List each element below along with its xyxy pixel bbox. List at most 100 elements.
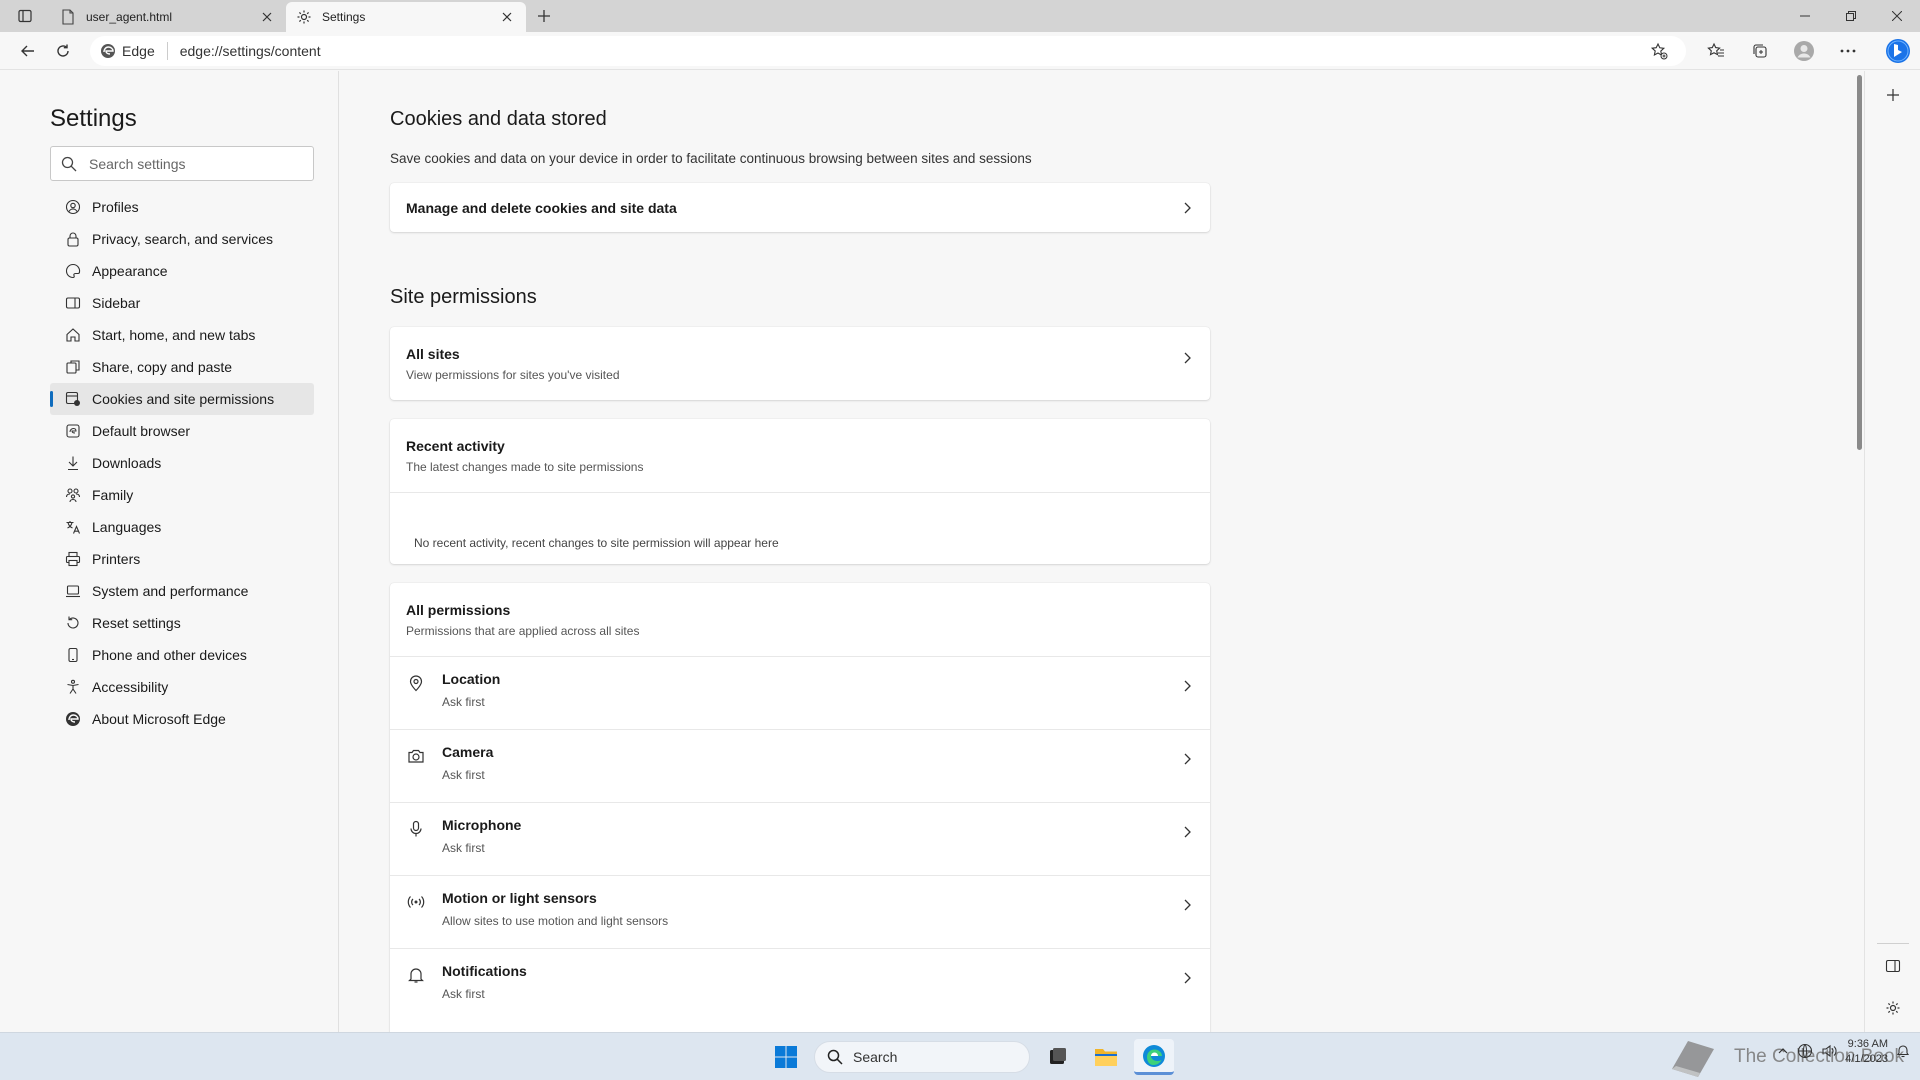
sidebar-item-label: Accessibility [92,679,169,695]
close-icon [1892,11,1902,21]
sidebar-item-label: Sidebar [92,295,141,311]
camera-icon [406,746,426,766]
permission-location[interactable]: Location Ask first [390,656,1210,729]
sidebar-item-privacy[interactable]: Privacy, search, and services [50,223,314,255]
search-icon [61,156,77,172]
sidebar-item-family[interactable]: Family [50,479,314,511]
bing-chat-button[interactable] [1876,35,1920,67]
restore-button[interactable] [1828,0,1874,32]
sidebar-item-share-copy-paste[interactable]: Share, copy and paste [50,351,314,383]
favorite-star-add-icon[interactable] [1650,42,1668,60]
sidebar-item-phone-devices[interactable]: Phone and other devices [50,639,314,671]
file-explorer-button[interactable] [1086,1039,1126,1075]
settings-nav: Profiles Privacy, search, and services A… [50,191,314,735]
printer-icon [64,550,82,568]
chevron-right-icon [1180,898,1194,912]
location-icon [406,673,426,693]
ellipsis-icon [1840,49,1856,52]
close-window-button[interactable] [1874,0,1920,32]
sidebar-item-label: Languages [92,519,162,535]
sidebar-item-downloads[interactable]: Downloads [50,447,314,479]
sidebar-toggle-icon [1885,959,1901,973]
sidebar-item-reset[interactable]: Reset settings [50,607,314,639]
back-button[interactable] [10,35,45,67]
network-icon[interactable] [1797,1043,1813,1062]
favorites-button[interactable] [1694,35,1738,67]
avatar-icon [1793,40,1814,61]
scrollbar-thumb[interactable] [1857,75,1862,450]
accessibility-icon [64,678,82,696]
sidebar-add-button[interactable] [1879,81,1907,109]
clock[interactable]: 9:36 AM 4/1/2023 [1845,1037,1888,1067]
manage-cookies-row[interactable]: Manage and delete cookies and site data [390,183,1210,232]
sidebar-item-system[interactable]: System and performance [50,575,314,607]
tab-settings[interactable]: Settings [286,2,526,32]
permission-title: Notifications [442,963,527,979]
sidebar-settings-button[interactable] [1879,994,1907,1022]
tab-title: Settings [322,10,366,24]
cookies-permissions-icon [64,390,82,408]
home-icon [64,326,82,344]
task-view-button[interactable] [1038,1039,1078,1075]
more-options-button[interactable] [1826,35,1870,67]
permission-camera[interactable]: Camera Ask first [390,729,1210,802]
page-scrollbar[interactable] [1854,71,1864,1033]
taskbar-search[interactable]: Search [814,1041,1030,1073]
download-icon [64,454,82,472]
sidebar-item-label: Privacy, search, and services [92,231,274,247]
volume-icon[interactable] [1821,1043,1837,1062]
tab-actions-button[interactable] [0,0,50,32]
permission-motion-sensors[interactable]: Motion or light sensors Allow sites to u… [390,875,1210,948]
address-bar[interactable]: Edge edge://settings/content [90,35,1686,66]
start-button[interactable] [766,1039,806,1075]
sidebar-item-start-home[interactable]: Start, home, and new tabs [50,319,314,351]
site-info-chip[interactable]: Edge [100,41,168,60]
minimize-button[interactable] [1782,0,1828,32]
recent-activity-empty: No recent activity, recent changes to si… [390,492,1210,564]
sidebar-item-languages[interactable]: Languages [50,511,314,543]
all-sites-title: All sites [406,345,460,362]
sidebar-item-default-browser[interactable]: Default browser [50,415,314,447]
all-sites-row[interactable]: All sites View permissions for sites you… [390,327,1210,400]
sidebar-item-label: Profiles [92,199,139,215]
permission-notifications[interactable]: Notifications Ask first [390,948,1210,1021]
collections-button[interactable] [1738,35,1782,67]
hide-sidebar-button[interactable] [1879,952,1907,980]
sidebar-item-appearance[interactable]: Appearance [50,255,314,287]
book-icon [1672,1041,1714,1077]
clock-date: 4/1/2023 [1845,1053,1888,1065]
profile-button[interactable] [1782,35,1826,67]
tab-user-agent[interactable]: user_agent.html [50,2,286,32]
search-settings-input[interactable]: Search settings [50,146,314,181]
sidebar-item-label: Start, home, and new tabs [92,327,256,343]
notification-center-icon[interactable] [1896,1044,1910,1061]
all-permissions-header: All permissions Permissions that are app… [390,583,1210,656]
close-icon[interactable] [258,8,276,26]
gear-icon [1886,1001,1900,1015]
gear-icon [296,9,312,25]
sidebar-item-sidebar[interactable]: Sidebar [50,287,314,319]
chevron-up-icon[interactable] [1777,1045,1789,1060]
refresh-icon [56,44,69,57]
favorites-icon [1707,42,1724,57]
close-icon[interactable] [498,8,516,26]
window-controls [1782,0,1920,32]
languages-icon [64,518,82,536]
profile-icon [64,198,82,216]
all-permissions-subtitle: Permissions that are applied across all … [406,623,640,638]
sidebar-item-printers[interactable]: Printers [50,543,314,575]
sidebar-item-accessibility[interactable]: Accessibility [50,671,314,703]
permission-microphone[interactable]: Microphone Ask first [390,802,1210,875]
sidebar-item-cookies[interactable]: Cookies and site permissions [50,383,314,415]
cookies-heading: Cookies and data stored [390,108,607,130]
sidebar-item-profiles[interactable]: Profiles [50,191,314,223]
bell-icon [406,965,426,985]
lock-icon [64,230,82,248]
sidebar-item-about[interactable]: About Microsoft Edge [50,703,314,735]
edge-taskbar-button[interactable] [1134,1039,1174,1075]
all-sites-subtitle: View permissions for sites you've visite… [406,367,620,382]
sidebar-item-label: System and performance [92,583,249,599]
new-tab-button[interactable] [526,0,562,32]
refresh-button[interactable] [45,35,80,67]
folder-icon [1095,1049,1117,1066]
